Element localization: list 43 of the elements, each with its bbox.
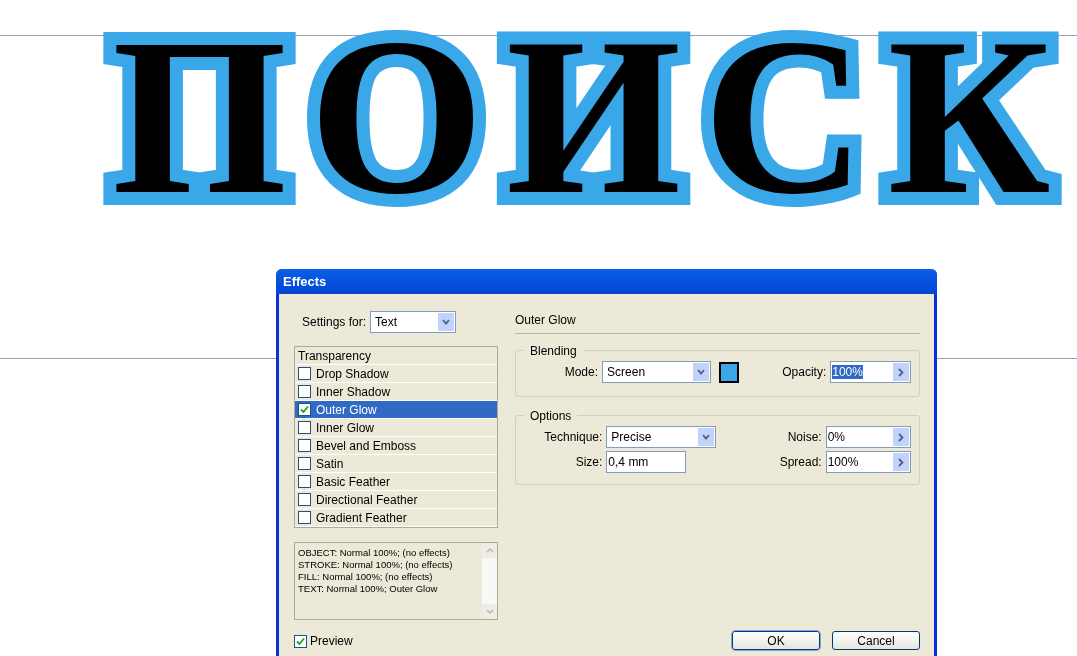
checkbox[interactable] — [298, 385, 311, 398]
mode-dropdown[interactable]: Screen — [602, 361, 711, 383]
checkbox[interactable] — [298, 475, 311, 488]
spread-field[interactable]: 100% — [825, 451, 911, 473]
field-label: Opacity: — [781, 364, 827, 381]
noise-field[interactable]: 0% — [825, 426, 911, 448]
effect-item[interactable]: Satin — [295, 455, 497, 473]
checkbox-label[interactable]: Preview — [310, 632, 353, 650]
field-label: Technique: — [543, 429, 603, 446]
dropdown-caret-icon[interactable] — [692, 363, 709, 381]
effect-item[interactable]: Drop Shadow — [295, 365, 497, 383]
field-label: Size: — [574, 454, 603, 471]
field-label: Noise: — [786, 429, 822, 446]
checkbox[interactable] — [298, 457, 311, 470]
dialog-button[interactable]: Cancel — [832, 631, 920, 650]
opacity-field[interactable]: 100% — [830, 361, 911, 383]
effect-item[interactable]: Directional Feather — [295, 491, 497, 509]
panel-title: Outer Glow — [515, 312, 577, 329]
list-header: Transparency — [295, 347, 497, 365]
effect-item[interactable]: Outer Glow — [295, 401, 497, 419]
preview-checkbox[interactable] — [294, 634, 307, 648]
summary-text: OBJECT: Normal 100%; (no effects) STROKE: Normal 100%; (no effects) FILL: Normal 100%; (no effects) TEXT: Normal 100%; Outer Glow — [297, 546, 454, 596]
dialog-button[interactable]: OK — [732, 631, 820, 650]
checkbox[interactable] — [298, 511, 311, 524]
effect-item[interactable]: Bevel and Emboss — [295, 437, 497, 455]
checkbox[interactable] — [298, 439, 311, 452]
technique-dropdown[interactable]: Precise — [606, 426, 717, 448]
color-swatch[interactable] — [718, 361, 739, 383]
field-label: Settings for: — [302, 314, 367, 331]
checkbox[interactable] — [298, 367, 311, 380]
checkbox[interactable] — [298, 403, 311, 416]
field-label: Mode: — [563, 364, 599, 381]
settings-dropdown[interactable]: Text — [370, 311, 457, 333]
window-title: Effects — [283, 272, 327, 291]
effect-item[interactable]: Gradient Feather — [295, 509, 497, 527]
size-field[interactable]: 0,4 mm — [606, 451, 686, 473]
checkbox[interactable] — [298, 493, 311, 506]
dropdown-caret-icon[interactable] — [698, 428, 715, 446]
effect-item[interactable]: Basic Feather — [295, 473, 497, 491]
field-label: Spread: — [778, 454, 822, 471]
dropdown-caret-icon[interactable] — [438, 313, 455, 331]
checkbox[interactable] — [298, 421, 311, 434]
effect-item[interactable]: Inner Glow — [295, 419, 497, 437]
